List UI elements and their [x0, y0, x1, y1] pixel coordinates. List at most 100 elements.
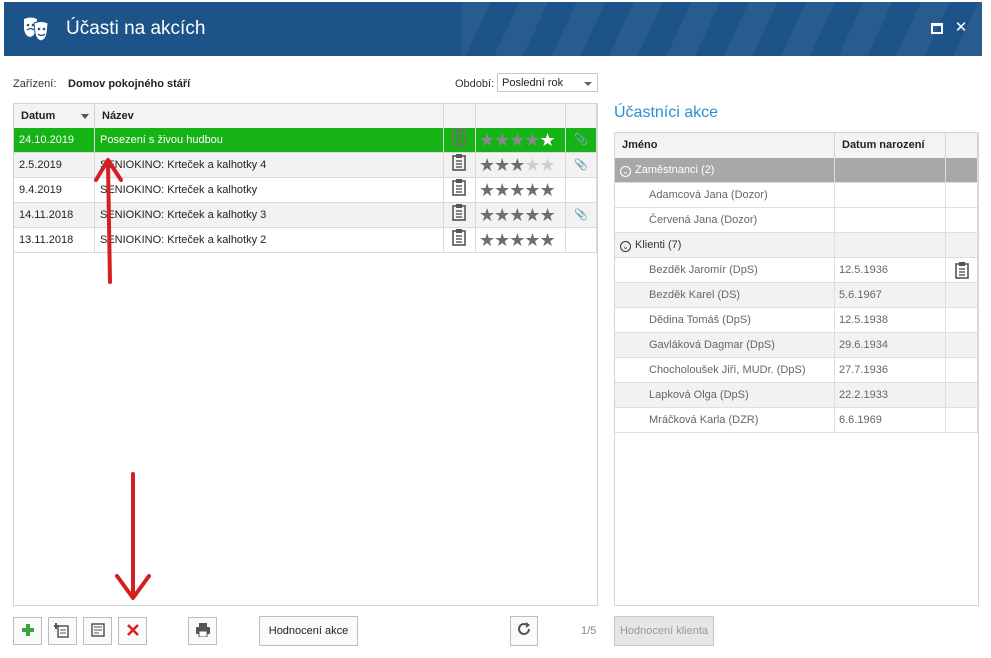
- event-name: SENIOKINO: Krteček a kalhotky: [95, 178, 444, 202]
- rate-client-button[interactable]: Hodnocení klienta: [614, 616, 714, 646]
- list-item[interactable]: Gavláková Dagmar (DpS) 29.6.1934: [615, 333, 978, 358]
- event-name: SENIOKINO: Krteček a kalhotky 3: [95, 203, 444, 227]
- rating-stars[interactable]: ★★★★★: [476, 228, 566, 252]
- sort-desc-icon: [81, 114, 89, 119]
- clipboard-icon[interactable]: [946, 258, 978, 282]
- printer-icon: [195, 623, 210, 638]
- theater-masks-icon: [24, 17, 49, 42]
- clipboard-icon[interactable]: [444, 203, 476, 227]
- column-header-name[interactable]: Jméno: [615, 133, 835, 158]
- participant-birth: [835, 208, 946, 232]
- participant-name: Lapková Olga (DpS): [615, 383, 835, 407]
- column-header-birth[interactable]: Datum narození: [835, 133, 946, 158]
- event-name: Posezení s živou hudbou: [95, 128, 444, 152]
- column-header-attachment[interactable]: [566, 104, 597, 128]
- event-date: 13.11.2018: [14, 228, 95, 252]
- participant-birth: 12.5.1936: [835, 258, 946, 282]
- rate-event-button[interactable]: Hodnocení akce: [259, 616, 358, 646]
- list-item[interactable]: Adamcová Jana (Dozor): [615, 183, 978, 208]
- list-item[interactable]: Bezděk Karel (DS) 5.6.1967: [615, 283, 978, 308]
- collapse-icon[interactable]: ⌄: [620, 241, 631, 252]
- table-row[interactable]: 24.10.2019 Posezení s živou hudbou ★★★★★…: [14, 128, 597, 153]
- participant-birth: 6.6.1969: [835, 408, 946, 432]
- table-row[interactable]: 2.5.2019 SENIOKINO: Krteček a kalhotky 4…: [14, 153, 597, 178]
- column-header-note[interactable]: [946, 133, 978, 158]
- clipboard-icon[interactable]: [444, 178, 476, 202]
- participant-birth: [835, 183, 946, 207]
- list-item[interactable]: Dědina Tomáš (DpS) 12.5.1938: [615, 308, 978, 333]
- event-date: 9.4.2019: [14, 178, 95, 202]
- attachment-cell: [566, 228, 597, 252]
- title-bar-pattern: [462, 2, 982, 56]
- table-row[interactable]: 14.11.2018 SENIOKINO: Krteček a kalhotky…: [14, 203, 597, 228]
- facility-value: Domov pokojného stáří: [68, 78, 191, 90]
- delete-button[interactable]: [118, 617, 147, 645]
- close-icon[interactable]: ✕: [953, 20, 969, 36]
- participant-birth: 29.6.1934: [835, 333, 946, 357]
- title-bar: Účasti na akcích ✕: [4, 2, 982, 56]
- participant-name: Červená Jana (Dozor): [615, 208, 835, 232]
- maximize-icon[interactable]: [929, 20, 945, 36]
- period-select[interactable]: Poslední rok: [497, 73, 598, 92]
- group-label: Zaměstnanci (2): [635, 164, 715, 176]
- attachment-cell: [566, 178, 597, 202]
- clipboard-icon[interactable]: [444, 153, 476, 177]
- participant-name: Adamcová Jana (Dozor): [615, 183, 835, 207]
- print-button[interactable]: [188, 617, 217, 645]
- events-grid: Datum Název 24.10.2019 Posezení s živou …: [13, 103, 598, 606]
- chevron-down-icon: [584, 82, 592, 86]
- list-item[interactable]: Bezděk Jaromír (DpS) 12.5.1936: [615, 258, 978, 283]
- clipboard-icon[interactable]: [444, 128, 476, 152]
- participant-birth: 5.6.1967: [835, 283, 946, 307]
- list-item[interactable]: Červená Jana (Dozor): [615, 208, 978, 233]
- participant-birth: 27.7.1936: [835, 358, 946, 382]
- window-title: Účasti na akcích: [66, 18, 206, 39]
- edit-note-icon: [90, 623, 105, 637]
- paperclip-icon[interactable]: 📎: [566, 153, 597, 177]
- copy-add-button[interactable]: [48, 617, 77, 645]
- event-date: 24.10.2019: [14, 128, 95, 152]
- rating-stars[interactable]: ★★★★★: [476, 203, 566, 227]
- table-row[interactable]: 9.4.2019 SENIOKINO: Krteček a kalhotky ★…: [14, 178, 597, 203]
- participant-name: Gavláková Dagmar (DpS): [615, 333, 835, 357]
- add-button[interactable]: [13, 617, 42, 645]
- event-date: 2.5.2019: [14, 153, 95, 177]
- paperclip-icon[interactable]: 📎: [566, 203, 597, 227]
- participant-name: Dědina Tomáš (DpS): [615, 308, 835, 332]
- refresh-icon: [518, 622, 530, 635]
- column-header-name[interactable]: Název: [95, 104, 444, 128]
- delete-x-icon: [126, 624, 139, 636]
- event-date: 14.11.2018: [14, 203, 95, 227]
- list-item[interactable]: Chocholoušek Jiří, MUDr. (DpS) 27.7.1936: [615, 358, 978, 383]
- participant-name: Mráčková Karla (DZR): [615, 408, 835, 432]
- participant-name: Bezděk Jaromír (DpS): [615, 258, 835, 282]
- clipboard-icon[interactable]: [444, 228, 476, 252]
- event-name: SENIOKINO: Krteček a kalhotky 2: [95, 228, 444, 252]
- pager-text: 1/5: [581, 625, 597, 637]
- participant-birth: 22.2.1933: [835, 383, 946, 407]
- list-item[interactable]: Mráčková Karla (DZR) 6.6.1969: [615, 408, 978, 433]
- rating-stars[interactable]: ★★★★★: [476, 153, 566, 177]
- participants-title: Účastníci akce: [614, 104, 719, 121]
- table-row[interactable]: 13.11.2018 SENIOKINO: Krteček a kalhotky…: [14, 228, 597, 253]
- group-row-clients[interactable]: ⌄ Klienti (7): [615, 233, 978, 258]
- list-item[interactable]: Lapková Olga (DpS) 22.2.1933: [615, 383, 978, 408]
- refresh-button[interactable]: [510, 616, 538, 646]
- edit-button[interactable]: [83, 617, 112, 645]
- participant-birth: 12.5.1938: [835, 308, 946, 332]
- rating-stars[interactable]: ★★★★★: [476, 178, 566, 202]
- participant-name: Chocholoušek Jiří, MUDr. (DpS): [615, 358, 835, 382]
- collapse-icon[interactable]: ⌄: [620, 166, 631, 177]
- participants-grid-header: Jméno Datum narození: [615, 133, 978, 159]
- group-row-employees[interactable]: ⌄ Zaměstnanci (2): [615, 158, 978, 183]
- group-label: Klienti (7): [635, 239, 682, 251]
- participant-name: Bezděk Karel (DS): [615, 283, 835, 307]
- column-header-date[interactable]: Datum: [14, 104, 95, 128]
- rating-stars[interactable]: ★★★★★: [476, 128, 566, 152]
- copy-add-icon: [52, 623, 69, 638]
- column-header-note[interactable]: [444, 104, 476, 128]
- facility-label: Zařízení:: [13, 78, 57, 90]
- column-header-rating[interactable]: [476, 104, 566, 128]
- period-label: Období:: [455, 78, 495, 90]
- paperclip-icon[interactable]: 📎: [566, 128, 597, 152]
